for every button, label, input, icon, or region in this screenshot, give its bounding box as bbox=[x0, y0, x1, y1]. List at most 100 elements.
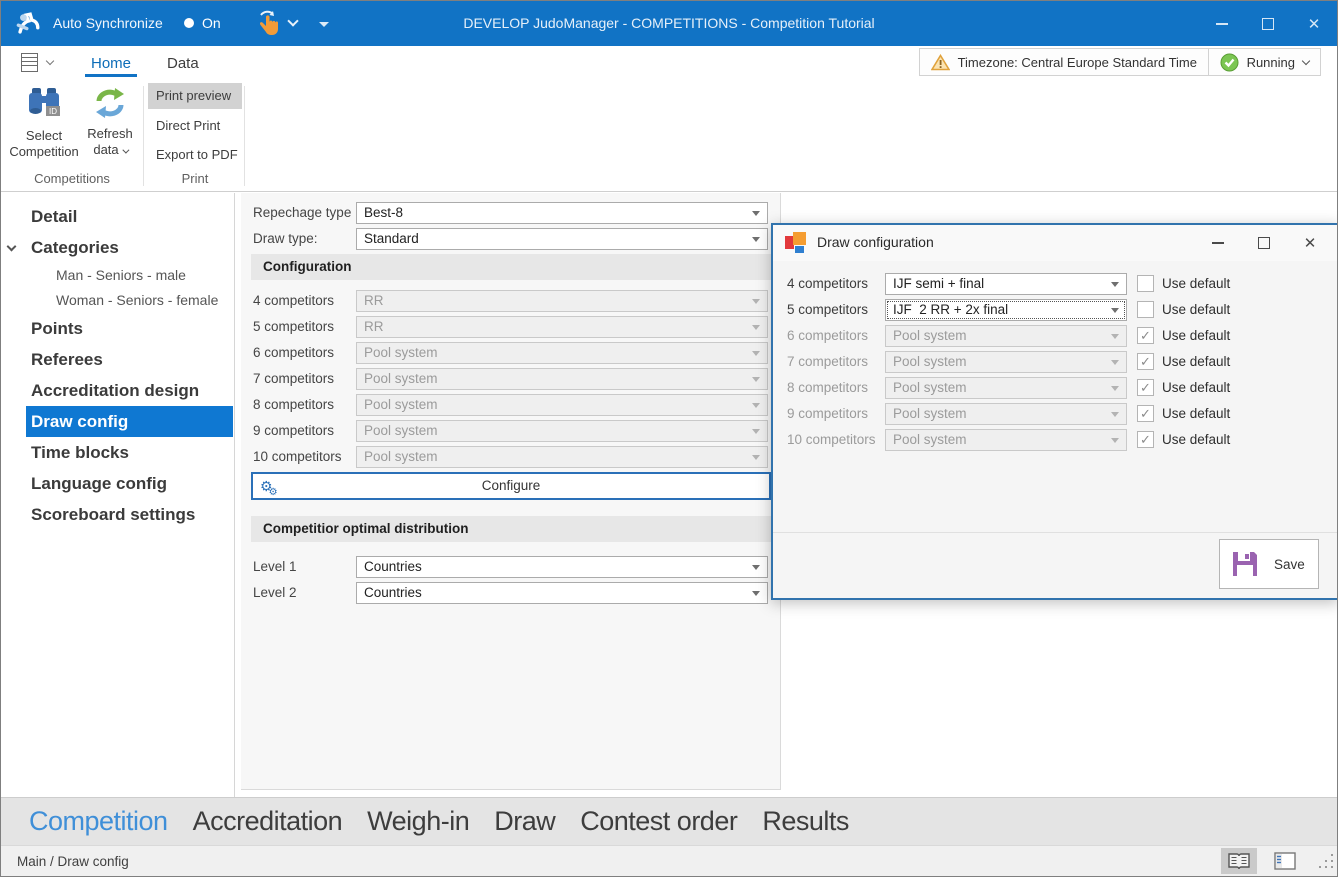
dialog-competitors-10-select[interactable]: Pool system bbox=[885, 429, 1127, 451]
sidebar-item-language-config[interactable]: Language config bbox=[26, 468, 233, 499]
use-default-checkbox-7[interactable] bbox=[1137, 353, 1154, 370]
select-competition-button[interactable]: ID Select Competition bbox=[7, 82, 81, 176]
save-button[interactable]: Save bbox=[1219, 539, 1319, 589]
refresh-icon bbox=[96, 88, 124, 118]
combo-value: Countries bbox=[364, 585, 422, 600]
refresh-data-button[interactable]: Refresh data bbox=[81, 82, 139, 176]
competitors-5-select[interactable]: RR bbox=[356, 316, 768, 338]
ribbon-group-separator bbox=[143, 86, 144, 186]
print-preview-button[interactable]: Print preview bbox=[148, 83, 242, 109]
draw-config-panel: Repechage type Best-8 Draw type: Standar… bbox=[241, 193, 781, 790]
sidebar-item-referees[interactable]: Referees bbox=[26, 344, 233, 375]
competitors-10-select[interactable]: Pool system bbox=[356, 446, 768, 468]
use-default-checkbox-6[interactable] bbox=[1137, 327, 1154, 344]
use-default-checkbox-4[interactable] bbox=[1137, 275, 1154, 292]
distribution-section-header: Competitior optimal distribution bbox=[251, 516, 771, 542]
combo-value: RR bbox=[364, 293, 384, 308]
competitors-8-select[interactable]: Pool system bbox=[356, 394, 768, 416]
competitors-9-select[interactable]: Pool system bbox=[356, 420, 768, 442]
dialog-footer: Save bbox=[773, 532, 1337, 598]
sidebar-item-accreditation-design[interactable]: Accreditation design bbox=[26, 375, 233, 406]
gears-icon: ⚙⚙ bbox=[260, 478, 278, 498]
dialog-competitors-8-select[interactable]: Pool system bbox=[885, 377, 1127, 399]
tab-data[interactable]: Data bbox=[161, 51, 205, 77]
dialog-competitors-4-select[interactable]: IJF semi + final bbox=[885, 273, 1127, 295]
svg-text:ID: ID bbox=[49, 107, 57, 116]
dialog-maximize-button[interactable] bbox=[1243, 228, 1285, 258]
combo-arrow-icon bbox=[752, 299, 760, 304]
dialog-app-icon bbox=[785, 232, 807, 254]
dialog-competitors-6-select[interactable]: Pool system bbox=[885, 325, 1127, 347]
running-status-badge[interactable]: Running bbox=[1207, 48, 1321, 76]
combo-value: Pool system bbox=[893, 432, 967, 447]
combo-arrow-icon bbox=[752, 211, 760, 216]
combo-arrow-icon bbox=[752, 237, 760, 242]
maximize-button[interactable] bbox=[1245, 1, 1291, 46]
app-menu-chevron-icon bbox=[45, 56, 55, 66]
sidebar-item-categories[interactable]: Categories bbox=[6, 232, 233, 263]
minimize-button[interactable] bbox=[1199, 1, 1245, 46]
nav-results[interactable]: Results bbox=[762, 806, 849, 837]
sidebar-item-time-blocks[interactable]: Time blocks bbox=[26, 437, 233, 468]
use-default-checkbox-10[interactable] bbox=[1137, 431, 1154, 448]
sidebar-item-woman-seniors-female[interactable]: Woman - Seniors - female bbox=[56, 288, 234, 313]
level-2-select[interactable]: Countries bbox=[356, 582, 768, 604]
draw-type-select[interactable]: Standard bbox=[356, 228, 768, 250]
categories-expand-chevron-icon[interactable] bbox=[6, 241, 17, 252]
competitors-4-select[interactable]: RR bbox=[356, 290, 768, 312]
sync-status[interactable]: On bbox=[184, 15, 221, 31]
tab-home[interactable]: Home bbox=[85, 51, 138, 77]
level-2-label: Level 2 bbox=[253, 585, 297, 600]
close-button[interactable]: ✕ bbox=[1291, 1, 1337, 46]
dialog-competitors-5-select[interactable]: IJF 2 RR + 2x final bbox=[885, 299, 1127, 321]
direct-print-button[interactable]: Direct Print bbox=[148, 113, 242, 139]
use-default-label: Use default bbox=[1162, 354, 1231, 369]
combo-arrow-icon bbox=[752, 403, 760, 408]
repechage-type-select[interactable]: Best-8 bbox=[356, 202, 768, 224]
reading-view-button[interactable] bbox=[1221, 848, 1257, 874]
timezone-badge[interactable]: Timezone: Central Europe Standard Time bbox=[918, 48, 1209, 76]
competitors-4-label: 4 competitors bbox=[253, 293, 335, 308]
nav-weigh-in[interactable]: Weigh-in bbox=[367, 806, 470, 837]
hand-dropdown-chevron-icon[interactable] bbox=[287, 15, 299, 27]
combo-value: Pool system bbox=[364, 397, 438, 412]
use-default-label: Use default bbox=[1162, 432, 1231, 447]
sidebar-item-scoreboard-settings[interactable]: Scoreboard settings bbox=[26, 499, 233, 530]
dialog-minimize-button[interactable] bbox=[1197, 228, 1239, 258]
sidebar-item-man-seniors-male[interactable]: Man - Seniors - male bbox=[56, 263, 234, 288]
competitors-6-select[interactable]: Pool system bbox=[356, 342, 768, 364]
sidebar-item-draw-config[interactable]: Draw config bbox=[26, 406, 233, 437]
combo-arrow-icon bbox=[752, 455, 760, 460]
configure-button[interactable]: ⚙⚙ Configure bbox=[251, 472, 771, 500]
use-default-label: Use default bbox=[1162, 406, 1231, 421]
combo-arrow-icon bbox=[752, 325, 760, 330]
nav-contest-order[interactable]: Contest order bbox=[580, 806, 738, 837]
nav-competition[interactable]: Competition bbox=[29, 806, 168, 837]
app-menu-button[interactable] bbox=[21, 53, 55, 75]
resize-grip[interactable] bbox=[1319, 854, 1333, 868]
dialog-competitors-7-select[interactable]: Pool system bbox=[885, 351, 1127, 373]
book-icon bbox=[1228, 853, 1250, 870]
use-default-checkbox-8[interactable] bbox=[1137, 379, 1154, 396]
use-default-checkbox-9[interactable] bbox=[1137, 405, 1154, 422]
nav-draw[interactable]: Draw bbox=[494, 806, 556, 837]
split-view-button[interactable] bbox=[1267, 848, 1303, 874]
competitors-7-select[interactable]: Pool system bbox=[356, 368, 768, 390]
export-to-pdf-button[interactable]: Export to PDF bbox=[148, 142, 242, 168]
nav-accreditation[interactable]: Accreditation bbox=[193, 806, 343, 837]
combo-arrow-icon bbox=[1111, 308, 1119, 313]
level-1-select[interactable]: Countries bbox=[356, 556, 768, 578]
dialog-competitors-9-select[interactable]: Pool system bbox=[885, 403, 1127, 425]
dialog-competitors-8-label: 8 competitors bbox=[787, 380, 869, 395]
sidebar-item-points[interactable]: Points bbox=[26, 313, 233, 344]
bottom-nav: Competition Accreditation Weigh-in Draw … bbox=[1, 797, 1337, 845]
combo-value: Pool system bbox=[893, 328, 967, 343]
titlebar-dropdown-icon[interactable] bbox=[319, 22, 329, 27]
hand-pointer-icon[interactable] bbox=[255, 9, 281, 37]
draw-type-label: Draw type: bbox=[253, 231, 318, 246]
use-default-checkbox-5[interactable] bbox=[1137, 301, 1154, 318]
combo-arrow-icon bbox=[1111, 282, 1119, 287]
dialog-close-button[interactable]: ✕ bbox=[1289, 228, 1331, 258]
combo-arrow-icon bbox=[1111, 360, 1119, 365]
sidebar-item-detail[interactable]: Detail bbox=[26, 201, 233, 232]
